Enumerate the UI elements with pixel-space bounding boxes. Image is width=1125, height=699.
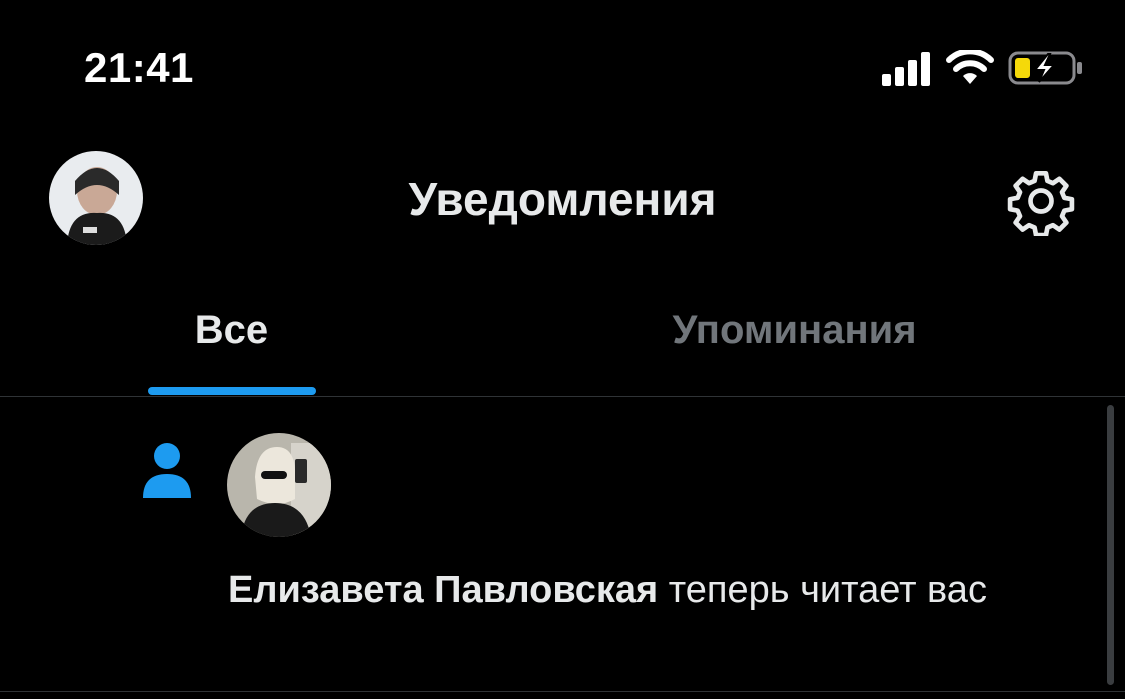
person-follow-icon xyxy=(143,443,191,498)
user-avatar-photo xyxy=(227,433,331,537)
notification-text: Елизавета Павловская теперь читает вас xyxy=(228,562,1068,618)
page-title: Уведомления xyxy=(408,173,717,225)
tab-mentions[interactable]: Упоминания xyxy=(563,308,1026,353)
tabs-divider xyxy=(0,396,1125,397)
cellular-signal-icon xyxy=(882,52,930,86)
list-divider xyxy=(0,691,1125,692)
notification-user-name[interactable]: Елизавета Павловская xyxy=(228,569,658,611)
notification-action-text: теперь читает вас xyxy=(668,569,987,611)
wifi-icon xyxy=(946,50,994,84)
battery-charging-icon xyxy=(1008,51,1082,85)
active-tab-indicator xyxy=(148,387,316,395)
scrollbar[interactable] xyxy=(1107,405,1114,685)
tab-all[interactable]: Все xyxy=(0,308,463,353)
user-avatar[interactable] xyxy=(227,433,331,537)
status-time: 21:41 xyxy=(84,44,194,91)
gear-icon[interactable] xyxy=(1006,166,1076,236)
